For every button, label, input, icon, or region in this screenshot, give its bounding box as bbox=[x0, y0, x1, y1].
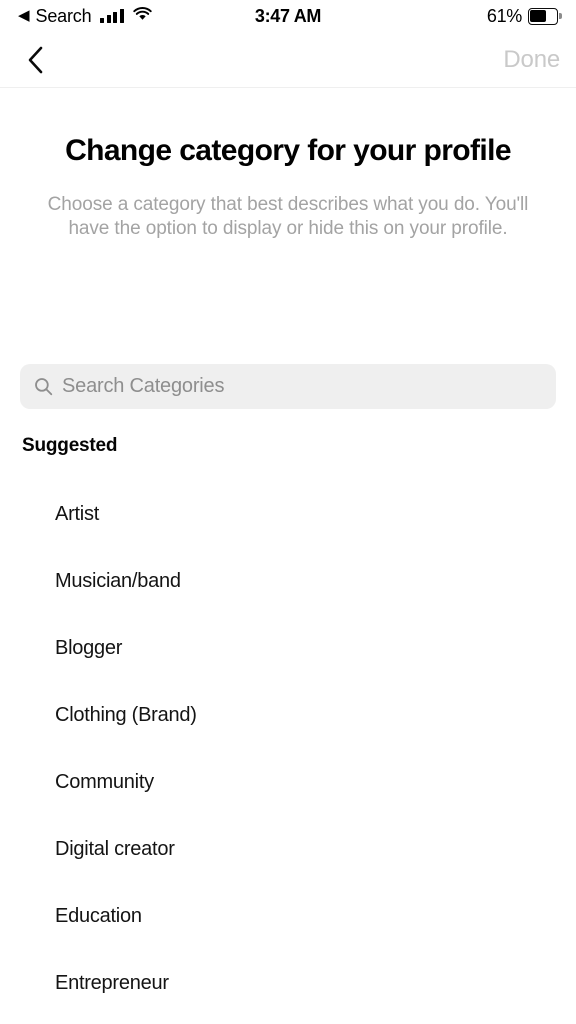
category-list-item[interactable]: Artist bbox=[0, 481, 576, 548]
category-list-item[interactable]: Education bbox=[0, 883, 576, 950]
suggested-section-header: Suggested bbox=[22, 435, 118, 456]
done-button[interactable]: Done bbox=[503, 32, 560, 88]
navigation-bar: Done bbox=[0, 32, 576, 88]
category-list-item[interactable]: Blogger bbox=[0, 615, 576, 682]
page-subtitle: Choose a category that best describes wh… bbox=[47, 194, 529, 239]
search-field[interactable] bbox=[20, 364, 556, 409]
status-bar: ◀ Search 3:47 AM 61% bbox=[0, 0, 576, 32]
status-bar-right: 61% bbox=[487, 0, 562, 32]
category-list-item[interactable]: Clothing (Brand) bbox=[0, 682, 576, 749]
back-chevron-icon bbox=[28, 46, 43, 74]
category-list-item[interactable]: Digital creator bbox=[0, 816, 576, 883]
category-list-item[interactable]: Community bbox=[0, 749, 576, 816]
search-icon bbox=[35, 378, 53, 396]
battery-icon bbox=[528, 7, 562, 25]
category-list: Artist Musician/band Blogger Clothing (Bran… bbox=[0, 481, 576, 1024]
category-list-item[interactable]: Musician/band bbox=[0, 548, 576, 615]
search-input[interactable] bbox=[62, 364, 542, 409]
battery-fill bbox=[530, 9, 546, 23]
change-category-screen: ◀ Search 3:47 AM 61% Done Change categor… bbox=[0, 0, 576, 1024]
battery-percent-label: 61% bbox=[486, 5, 522, 26]
category-list-item[interactable]: Entrepreneur bbox=[0, 950, 576, 1017]
category-list-item[interactable]: Health/beauty bbox=[0, 1017, 576, 1024]
back-button[interactable] bbox=[12, 32, 60, 88]
page-title: Change category for your profile bbox=[65, 134, 511, 167]
header-block: Change category for your profile Choose … bbox=[0, 88, 576, 241]
